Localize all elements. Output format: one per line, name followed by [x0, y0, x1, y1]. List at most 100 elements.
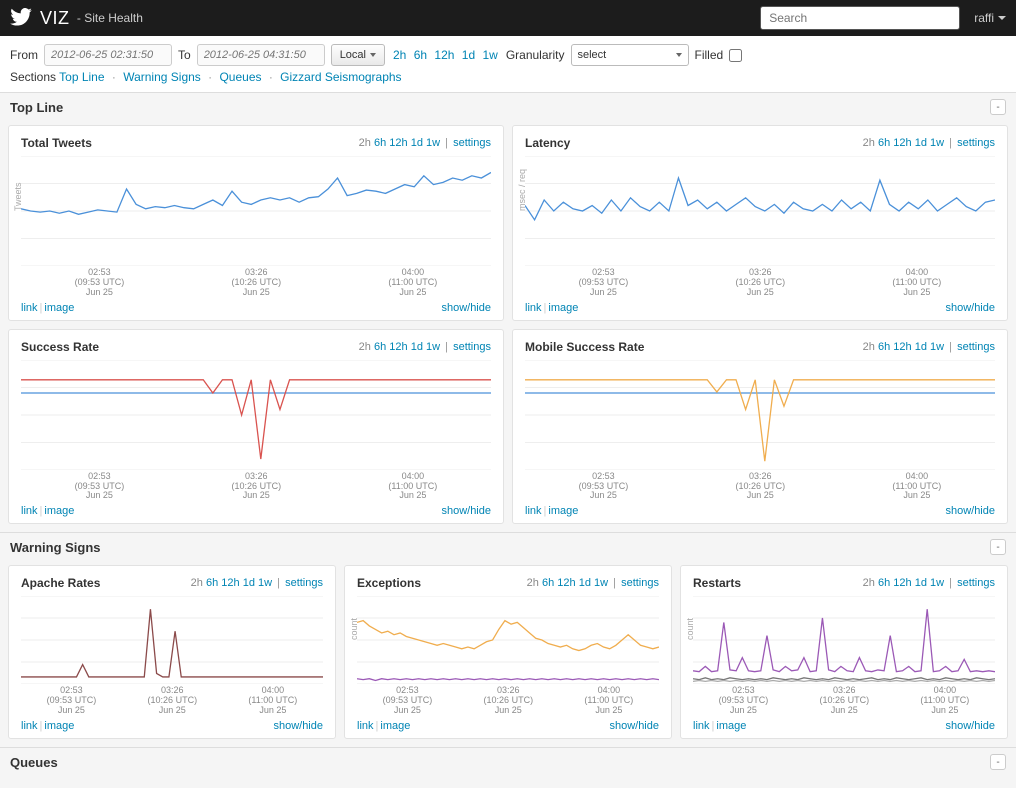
chart-card: Success Rate2h 6h 12h 1d 1w | settings02…	[8, 329, 504, 525]
link-link[interactable]: link	[357, 720, 374, 732]
filled-checkbox[interactable]	[729, 49, 742, 62]
plot-area: count	[357, 596, 659, 684]
range-link-12h[interactable]: 12h	[893, 137, 911, 149]
image-link[interactable]: image	[44, 302, 74, 314]
image-link[interactable]: image	[548, 302, 578, 314]
range-link-1w[interactable]: 1w	[426, 341, 440, 353]
range-link-6h[interactable]: 6h	[878, 577, 890, 589]
search-input[interactable]	[760, 6, 960, 30]
section-link[interactable]: Warning Signs	[123, 70, 201, 84]
showhide-link[interactable]: show/hide	[945, 505, 995, 517]
showhide-link[interactable]: show/hide	[273, 720, 323, 732]
settings-link[interactable]: settings	[621, 577, 659, 589]
quick-range-links: 2h 6h 12h 1d 1w	[391, 48, 500, 62]
plot-area: Tweets	[21, 156, 491, 266]
showhide-link[interactable]: show/hide	[609, 720, 659, 732]
range-link-12h[interactable]: 12h	[893, 577, 911, 589]
range-link-1d[interactable]: 1d	[411, 137, 423, 149]
chart-controls: 2h 6h 12h 1d 1w | settings	[863, 577, 995, 589]
to-input[interactable]	[197, 44, 325, 66]
range-link-6h[interactable]: 6h	[374, 341, 386, 353]
settings-link[interactable]: settings	[285, 577, 323, 589]
x-tick: 04:00(11:00 UTC)Jun 25	[388, 268, 437, 298]
range-link-2h[interactable]: 2h	[863, 577, 875, 589]
section-link[interactable]: Top Line	[59, 70, 104, 84]
quick-range-2h[interactable]: 2h	[393, 48, 406, 62]
range-link-2h[interactable]: 2h	[527, 577, 539, 589]
timezone-button[interactable]: Local	[331, 44, 385, 66]
chart-controls: 2h 6h 12h 1d 1w | settings	[527, 577, 659, 589]
settings-link[interactable]: settings	[957, 137, 995, 149]
image-link[interactable]: image	[380, 720, 410, 732]
settings-link[interactable]: settings	[453, 341, 491, 353]
range-link-1d[interactable]: 1d	[579, 577, 591, 589]
image-link[interactable]: image	[716, 720, 746, 732]
section-body: Apache Rates2h 6h 12h 1d 1w | settings02…	[0, 561, 1016, 747]
showhide-link[interactable]: show/hide	[441, 302, 491, 314]
collapse-button[interactable]: -	[990, 754, 1006, 770]
collapse-button[interactable]: -	[990, 99, 1006, 115]
quick-range-1d[interactable]: 1d	[462, 48, 475, 62]
range-link-2h[interactable]: 2h	[863, 137, 875, 149]
range-link-1d[interactable]: 1d	[915, 341, 927, 353]
link-link[interactable]: link	[21, 302, 38, 314]
range-link-1d[interactable]: 1d	[915, 137, 927, 149]
link-link[interactable]: link	[525, 505, 542, 517]
plot-area: msec / req	[525, 156, 995, 266]
range-link-6h[interactable]: 6h	[206, 577, 218, 589]
quick-range-6h[interactable]: 6h	[414, 48, 427, 62]
showhide-link[interactable]: show/hide	[945, 302, 995, 314]
section-link[interactable]: Gizzard Seismographs	[280, 70, 401, 84]
range-link-1d[interactable]: 1d	[915, 577, 927, 589]
collapse-button[interactable]: -	[990, 539, 1006, 555]
range-link-2h[interactable]: 2h	[863, 341, 875, 353]
image-link[interactable]: image	[44, 720, 74, 732]
showhide-link[interactable]: show/hide	[441, 505, 491, 517]
section-link[interactable]: Queues	[219, 70, 261, 84]
from-input[interactable]	[44, 44, 172, 66]
range-link-6h[interactable]: 6h	[878, 137, 890, 149]
range-link-1w[interactable]: 1w	[258, 577, 272, 589]
quick-range-12h[interactable]: 12h	[434, 48, 454, 62]
range-link-1d[interactable]: 1d	[243, 577, 255, 589]
settings-link[interactable]: settings	[957, 341, 995, 353]
quick-range-1w[interactable]: 1w	[482, 48, 497, 62]
range-link-12h[interactable]: 12h	[389, 341, 407, 353]
section-title: Warning Signs	[10, 540, 101, 555]
chart-controls: 2h 6h 12h 1d 1w | settings	[863, 341, 995, 353]
caret-down-icon	[370, 53, 376, 57]
link-link[interactable]: link	[21, 505, 38, 517]
range-link-2h[interactable]: 2h	[359, 137, 371, 149]
image-link[interactable]: image	[548, 505, 578, 517]
range-link-12h[interactable]: 12h	[221, 577, 239, 589]
range-link-1w[interactable]: 1w	[930, 137, 944, 149]
range-link-1w[interactable]: 1w	[426, 137, 440, 149]
showhide-link[interactable]: show/hide	[945, 720, 995, 732]
link-link[interactable]: link	[525, 302, 542, 314]
user-menu[interactable]: raffi	[974, 11, 1006, 25]
section-title: Top Line	[10, 100, 63, 115]
chart-title: Latency	[525, 136, 570, 150]
range-link-6h[interactable]: 6h	[542, 577, 554, 589]
settings-link[interactable]: settings	[453, 137, 491, 149]
x-tick: 04:00(11:00 UTC)Jun 25	[584, 686, 633, 716]
settings-link[interactable]: settings	[957, 577, 995, 589]
image-link[interactable]: image	[44, 505, 74, 517]
link-link[interactable]: link	[693, 720, 710, 732]
x-tick: 04:00(11:00 UTC)Jun 25	[248, 686, 297, 716]
range-link-12h[interactable]: 12h	[557, 577, 575, 589]
range-link-2h[interactable]: 2h	[191, 577, 203, 589]
range-link-1d[interactable]: 1d	[411, 341, 423, 353]
range-link-1w[interactable]: 1w	[930, 341, 944, 353]
range-link-12h[interactable]: 12h	[893, 341, 911, 353]
x-axis: 02:53(09:53 UTC)Jun 2503:26(10:26 UTC)Ju…	[21, 268, 491, 298]
range-link-6h[interactable]: 6h	[374, 137, 386, 149]
range-link-2h[interactable]: 2h	[359, 341, 371, 353]
range-link-6h[interactable]: 6h	[878, 341, 890, 353]
link-link[interactable]: link	[21, 720, 38, 732]
range-link-1w[interactable]: 1w	[594, 577, 608, 589]
range-link-1w[interactable]: 1w	[930, 577, 944, 589]
chart-title: Exceptions	[357, 576, 421, 590]
range-link-12h[interactable]: 12h	[389, 137, 407, 149]
granularity-select[interactable]: select	[571, 44, 689, 66]
